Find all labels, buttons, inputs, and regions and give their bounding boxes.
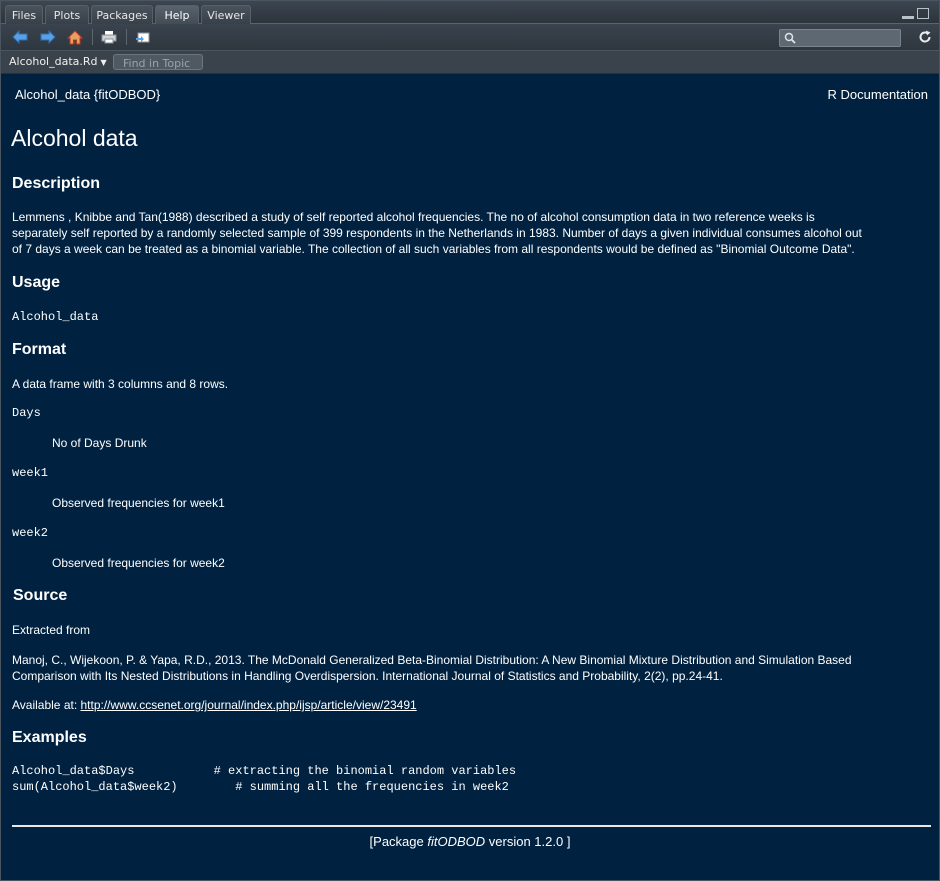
- format-item-name: week1: [12, 466, 49, 480]
- format-item-desc: No of Days Drunk: [52, 436, 147, 450]
- format-item-desc: Observed frequencies for week2: [52, 556, 225, 570]
- package-footer: [Package fitODBOD version 1.2.0 ]: [1, 834, 939, 849]
- maximize-pane-icon[interactable]: [917, 8, 929, 19]
- example-code-line: Alcohol_data$Days # extracting the binom…: [12, 764, 517, 778]
- window-controls: [902, 8, 929, 19]
- footer-prefix: [Package: [369, 834, 428, 849]
- back-arrow-icon[interactable]: [11, 29, 29, 45]
- help-search-box[interactable]: [779, 29, 901, 47]
- refresh-icon[interactable]: [916, 29, 934, 45]
- minimize-pane-icon[interactable]: [902, 8, 914, 19]
- example-code-line: sum(Alcohol_data$week2) # summing all th…: [12, 780, 509, 794]
- source-reference-line: Comparison with Its Nested Distributions…: [12, 669, 723, 683]
- toolbar-separator: [92, 29, 93, 45]
- source-intro: Extracted from: [12, 623, 91, 637]
- help-content: Alcohol_data {fitODBOD} R Documentation …: [1, 74, 939, 880]
- format-item-desc: Observed frequencies for week1: [52, 496, 225, 510]
- usage-code: Alcohol_data: [12, 310, 99, 324]
- description-text: Lemmens , Knibbe and Tan(1988) described…: [12, 209, 932, 257]
- format-item-name: week2: [12, 526, 49, 540]
- open-in-window-icon[interactable]: [134, 29, 152, 45]
- doc-header-left: Alcohol_data {fitODBOD}: [15, 87, 161, 102]
- topic-dropdown-label: Alcohol_data.Rd: [9, 55, 98, 68]
- footer-divider: [12, 825, 931, 827]
- chevron-down-icon: ▼: [100, 58, 107, 67]
- print-icon[interactable]: [100, 29, 118, 45]
- available-at-label: Available at:: [12, 698, 81, 712]
- format-item-name: Days: [12, 406, 41, 420]
- description-heading: Description: [12, 175, 101, 192]
- usage-heading: Usage: [12, 274, 61, 291]
- help-pane: Files Plots Packages Help Viewer Alcohol…: [0, 0, 940, 881]
- source-reference: Manoj, C., Wijekoon, P. & Yapa, R.D., 20…: [12, 652, 932, 684]
- description-line: separately self reported by a randomly s…: [12, 226, 862, 240]
- examples-heading: Examples: [12, 729, 87, 746]
- search-icon: [784, 32, 796, 44]
- home-icon[interactable]: [66, 29, 84, 45]
- toolbar-separator: [126, 29, 127, 45]
- format-heading: Format: [12, 341, 67, 358]
- help-search-input[interactable]: [798, 30, 896, 44]
- source-heading: Source: [13, 587, 68, 604]
- description-line: Lemmens , Knibbe and Tan(1988) described…: [12, 210, 815, 224]
- pane-tab-bar: Files Plots Packages Help Viewer: [1, 1, 939, 27]
- page-title: Alcohol data: [11, 125, 138, 151]
- available-at: Available at: http://www.ccsenet.org/jou…: [12, 697, 932, 713]
- topic-bar: Alcohol_data.Rd ▼ Find in Topic: [1, 51, 939, 74]
- description-line: of 7 days a week can be treated as a bin…: [12, 242, 855, 256]
- help-toolbar: [1, 24, 939, 51]
- source-reference-line: Manoj, C., Wijekoon, P. & Yapa, R.D., 20…: [12, 653, 852, 667]
- source-url-link[interactable]: http://www.ccsenet.org/journal/index.php…: [81, 698, 417, 712]
- forward-arrow-icon[interactable]: [39, 29, 57, 45]
- footer-package-name: fitODBOD: [427, 834, 486, 849]
- footer-suffix: version 1.2.0 ]: [485, 834, 571, 849]
- format-text: A data frame with 3 columns and 8 rows.: [12, 377, 229, 391]
- topic-dropdown[interactable]: Alcohol_data.Rd ▼: [9, 55, 107, 68]
- find-in-topic-input[interactable]: Find in Topic: [113, 54, 203, 70]
- doc-header-right: R Documentation: [827, 87, 928, 102]
